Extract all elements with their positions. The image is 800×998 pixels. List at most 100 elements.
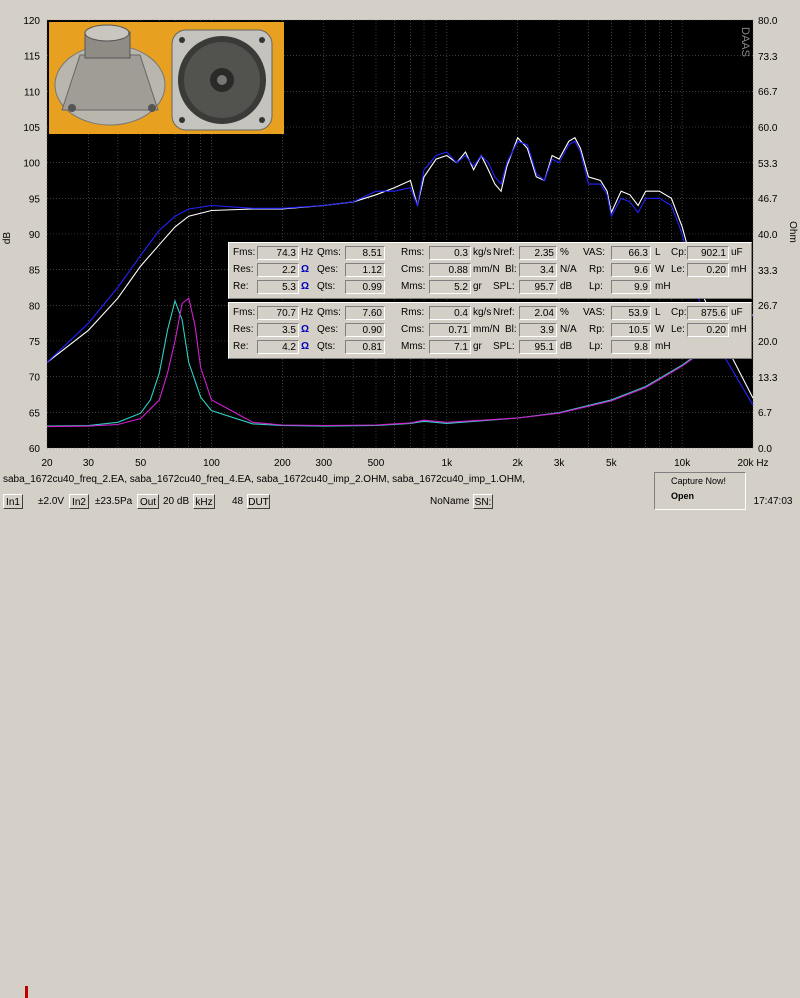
cp-label: Cp: [671,247,687,258]
lp-unit: mH [655,281,671,292]
watermark: DAAS [739,27,751,57]
nref-unit: % [560,307,569,318]
bl-label: Bl: [505,264,517,275]
params-row: Res: 3.5 Ω Qes: 0.90 Cms: 0.71 mm/N Bl: … [229,322,749,339]
x-tick-label: 10k [674,458,691,469]
lp-label: Lp: [589,341,603,352]
nref-unit: % [560,247,569,258]
y-tick-label: 105 [23,123,40,134]
rms-label: Rms: [401,247,425,258]
params-row: Re: 5.3 Ω Qts: 0.99 Mms: 5.2 gr SPL: 95.… [229,279,749,296]
y-tick-label: 40.0 [758,230,778,241]
y-axis-right: 0.0 6.7 13.3 20.0 26.7 33.3 40.0 46.7 53.3 60.0 66… [758,16,778,455]
fms-label: Fms: [233,307,256,318]
cp-value: 875.6 [687,306,729,320]
y-tick-label: 115 [24,52,40,63]
rms-unit: kg/s [473,307,492,318]
sn-button[interactable]: SN: [473,494,493,509]
x-tick-label: 500 [368,458,385,469]
le-label: Le: [671,324,685,335]
nref-label: Nref: [493,247,515,258]
y-tick-label: 80 [29,301,41,312]
vas-value: 53.9 [611,306,651,320]
cp-unit: uF [731,307,743,318]
khz-button[interactable]: kHz [193,494,215,509]
x-tick-label: 30 [83,458,95,469]
mms-unit: gr [473,341,482,352]
y-tick-label: 120 [23,16,40,27]
cp-label: Cp: [671,307,687,318]
vas-label: VAS: [583,307,606,318]
fms-value: 70.7 [257,306,299,320]
measurement-name: NoName [430,496,470,507]
nref-label: Nref: [493,307,515,318]
in1-button[interactable]: In1 [3,494,23,509]
y-tick-label: 100 [23,159,40,170]
qms-label: Qms: [317,247,341,258]
lp-value: 9.8 [611,340,651,354]
speaker-photo [49,22,284,134]
ohm-icon: Ω [301,264,310,275]
y-tick-label: 60 [29,444,41,455]
measurement-chart[interactable]: 60 65 70 75 80 85 90 95 100 105 110 115 120 0.0 6.7 13… [0,0,800,470]
x-axis: 20 30 50 100 200 300 500 1k 2k 3k 5k 10k 20k Hz [41,458,768,469]
x-tick-label: 20 [41,458,53,469]
y-tick-label: 13.3 [758,373,778,384]
x-tick-label: 1k [442,458,454,469]
dut-button[interactable]: DUT [247,494,270,509]
input-level-meter [25,986,28,998]
in2-button[interactable]: In2 [69,494,89,509]
res-value: 3.5 [257,323,299,337]
cp-value: 902.1 [687,246,729,260]
rms-value: 0.3 [429,246,471,260]
y-tick-label: 0.0 [758,444,772,455]
le-value: 0.20 [687,263,729,277]
fms-label: Fms: [233,247,256,258]
spl-label: SPL: [493,281,515,292]
bl-unit: N/A [560,264,577,275]
cms-label: Cms: [401,324,425,335]
params-row: Fms: 70.7 Hz Qms: 7.60 Rms: 0.4 kg/s Nre… [229,305,749,322]
y-tick-label: 110 [24,87,40,98]
vas-value: 66.3 [611,246,651,260]
y-axis-left-label: dB [2,232,13,245]
in2-level: ±23.5Pa [95,496,133,507]
x-tick-label: 50 [135,458,147,469]
x-tick-label: 100 [203,458,220,469]
in1-level: ±2.0V [38,496,65,507]
y-tick-label: 75 [29,337,41,348]
res-label: Res: [233,324,254,335]
loaded-files-list: saba_1672cu40_freq_2.EA, saba_1672cu40_f… [3,474,526,485]
capture-now-button[interactable]: Capture Now! [671,476,726,486]
clock: 17:47:03 [753,496,793,507]
rp-label: Rp: [589,264,605,275]
y-tick-label: 33.3 [758,266,778,277]
res-value: 2.2 [257,263,299,277]
vas-unit: L [655,307,661,318]
ohm-icon: Ω [301,341,310,352]
y-tick-label: 73.3 [758,52,778,63]
x-tick-label: 200 [274,458,291,469]
params-panel-2: Fms: 70.7 Hz Qms: 7.60 Rms: 0.4 kg/s Nre… [228,302,752,359]
qms-value: 8.51 [345,246,385,260]
rms-label: Rms: [401,307,425,318]
x-tick-label: 3k [554,458,566,469]
y-tick-label: 6.7 [758,408,772,419]
dut-number: 48 [232,496,244,507]
y-axis-left: 60 65 70 75 80 85 90 95 100 105 110 115 120 [23,16,40,455]
y-tick-label: 53.3 [758,159,778,170]
cms-value: 0.71 [429,323,471,337]
open-button[interactable]: Open [671,491,694,501]
out-button[interactable]: Out [137,494,159,509]
fms-unit: Hz [301,247,314,258]
fms-unit: Hz [301,307,314,318]
qms-label: Qms: [317,307,341,318]
ohm-icon: Ω [301,324,310,335]
params-row: Fms: 74.3 Hz Qms: 8.51 Rms: 0.3 kg/s Nre… [229,245,749,262]
rp-value: 10.5 [611,323,651,337]
status-bar: In1 ±2.0V In2 ±23.5Pa Out 20 dB kHz 48 D… [0,490,654,998]
vas-unit: L [655,247,661,258]
params-panel-1: Fms: 74.3 Hz Qms: 8.51 Rms: 0.3 kg/s Nre… [228,242,752,299]
spl-value: 95.7 [519,280,557,294]
mms-value: 7.1 [429,340,471,354]
